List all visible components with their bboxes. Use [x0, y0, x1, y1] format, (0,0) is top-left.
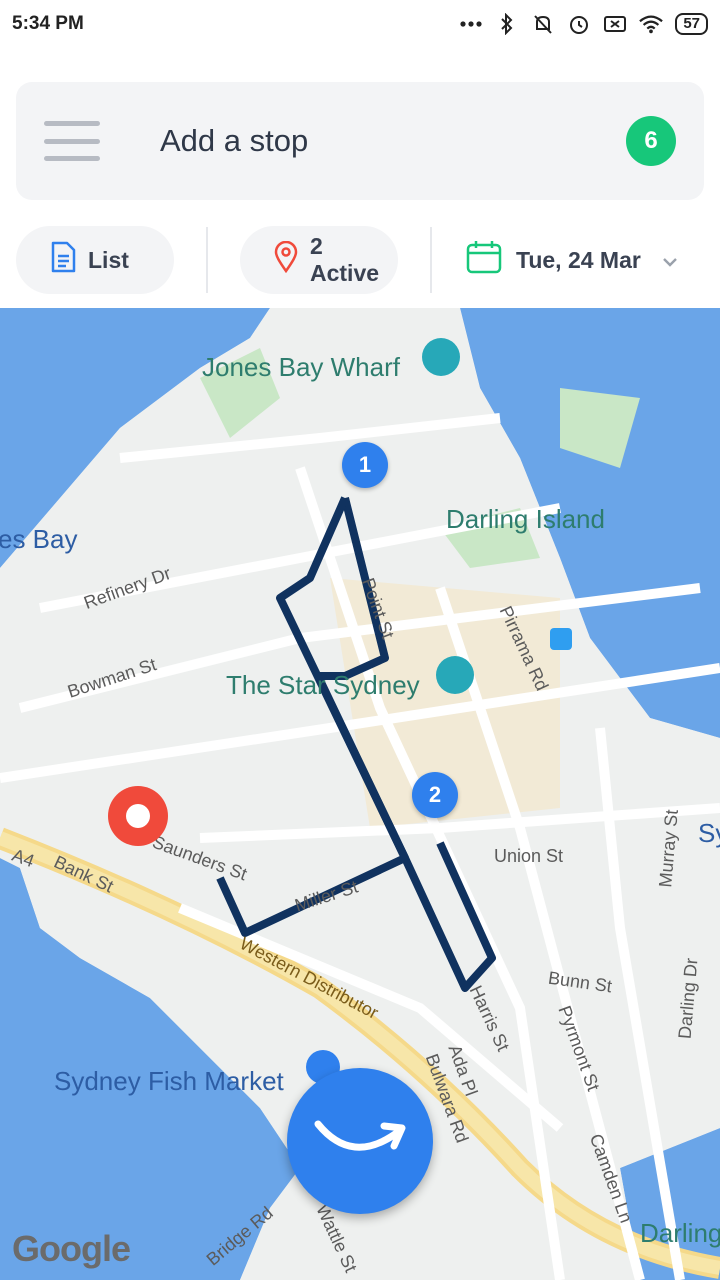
ferry-icon[interactable]	[550, 628, 572, 650]
add-stop-label[interactable]: Add a stop	[160, 123, 626, 159]
mute-icon	[531, 12, 555, 36]
more-dots-icon	[459, 12, 483, 36]
optimize-route-button[interactable]	[287, 1068, 433, 1214]
curved-arrow-icon	[312, 1114, 408, 1169]
document-icon	[50, 241, 76, 279]
filter-divider	[430, 227, 432, 293]
label-darling-fragment: Darling	[640, 1218, 720, 1248]
route-stop-marker-1[interactable]: 1	[342, 442, 388, 488]
active-label: 2 Active	[310, 233, 380, 286]
date-selector[interactable]: Tue, 24 Mar	[466, 240, 679, 280]
label-sy-fragment: Sy	[698, 818, 720, 848]
stop-count-badge: 6	[626, 116, 676, 166]
route-stop-marker-2[interactable]: 2	[412, 772, 458, 818]
hamburger-icon[interactable]	[44, 121, 100, 161]
status-time: 5:34 PM	[12, 13, 84, 34]
active-stops-button[interactable]: 2 Active	[240, 226, 398, 294]
filter-divider	[206, 227, 208, 293]
destination-pin-icon[interactable]	[108, 786, 168, 846]
status-bar: 5:34 PM 57	[0, 0, 720, 48]
landmark-icon[interactable]	[422, 338, 460, 376]
alarm-icon	[567, 12, 591, 36]
filter-row: List 2 Active Tue, 24 Mar	[0, 212, 720, 308]
bluetooth-icon	[495, 12, 519, 36]
date-label: Tue, 24 Mar	[516, 246, 641, 273]
label-bay-fragment: es Bay	[0, 524, 78, 554]
battery-icon: 57	[675, 13, 708, 35]
wifi-icon	[639, 12, 664, 36]
label-darling-island: Darling Island	[446, 504, 605, 534]
calendar-icon	[466, 240, 502, 280]
add-stop-bar[interactable]: Add a stop 6	[16, 82, 704, 200]
google-attribution: Google	[12, 1228, 131, 1269]
list-button[interactable]: List	[16, 226, 174, 294]
status-icons: 57	[459, 12, 708, 36]
label-jones-bay-wharf: Jones Bay Wharf	[202, 352, 400, 382]
location-pin-icon	[274, 240, 298, 279]
label-sydney-fish-market: Sydney Fish Market	[54, 1066, 284, 1096]
chevron-down-icon	[661, 247, 679, 274]
sim-icon	[603, 12, 627, 36]
label-the-star: The Star Sydney	[226, 670, 420, 700]
list-label: List	[88, 246, 129, 273]
street-union: Union St	[494, 846, 564, 866]
casino-icon[interactable]	[436, 656, 474, 694]
